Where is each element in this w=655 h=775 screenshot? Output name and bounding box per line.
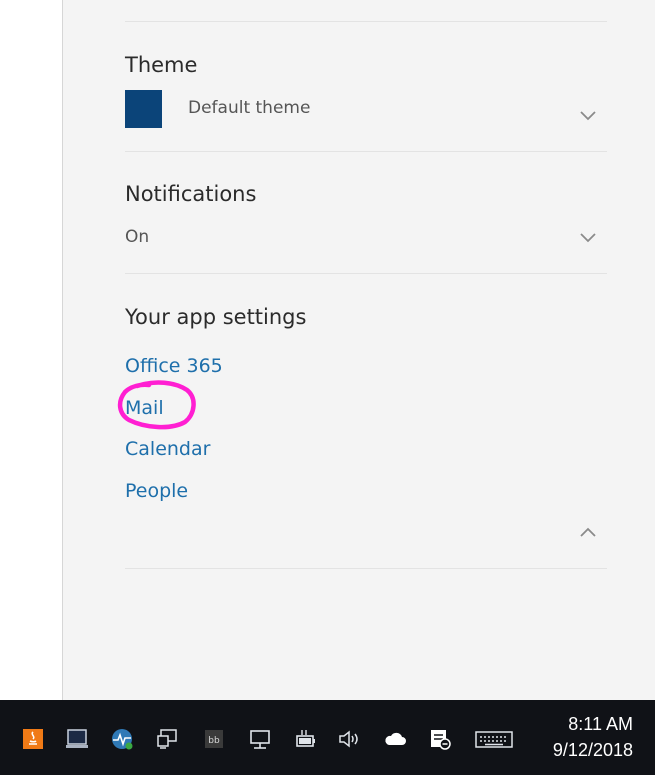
volume-icon[interactable]	[337, 727, 361, 751]
left-gutter	[0, 0, 62, 700]
battery-power-icon[interactable]	[293, 727, 317, 751]
notifications-chevron-down-icon[interactable]	[577, 226, 599, 248]
notifications-title: Notifications	[125, 182, 257, 206]
network-icon[interactable]	[248, 727, 272, 751]
theme-color-swatch	[125, 90, 162, 128]
network-monitor-icon[interactable]	[110, 727, 134, 751]
taskbar: bb 8:11 AM 9/12/2018	[0, 700, 655, 775]
link-people[interactable]: People	[125, 479, 188, 503]
svg-text:bb: bb	[208, 736, 220, 746]
java-update-icon[interactable]	[21, 727, 45, 751]
clock-date: 9/12/2018	[552, 740, 633, 760]
settings-panel: Theme Default theme Notifications On You…	[62, 0, 655, 700]
onedrive-cloud-icon[interactable]	[383, 727, 407, 751]
action-center-icon[interactable]	[428, 727, 452, 751]
touch-keyboard-icon[interactable]	[474, 727, 514, 751]
notifications-value: On	[125, 227, 150, 247]
link-office-365[interactable]: Office 365	[125, 354, 223, 378]
laptop-icon[interactable]	[65, 727, 89, 751]
theme-chevron-down-icon[interactable]	[577, 104, 599, 126]
divider-notifications	[125, 273, 607, 274]
clock-time: 8:11 AM	[568, 714, 633, 734]
remote-desktop-icon[interactable]	[155, 727, 179, 751]
theme-value: Default theme	[188, 98, 311, 118]
app-settings-title: Your app settings	[125, 305, 307, 329]
app-tray-icon[interactable]: bb	[202, 727, 226, 751]
divider-theme	[125, 151, 607, 152]
theme-title: Theme	[125, 53, 198, 77]
app-settings-chevron-up-icon[interactable]	[577, 522, 599, 544]
divider-app-settings	[125, 568, 607, 569]
taskbar-clock[interactable]: 8:11 AM 9/12/2018	[538, 711, 633, 763]
divider-top	[125, 21, 607, 22]
link-mail[interactable]: Mail	[125, 396, 164, 420]
link-calendar[interactable]: Calendar	[125, 437, 210, 461]
